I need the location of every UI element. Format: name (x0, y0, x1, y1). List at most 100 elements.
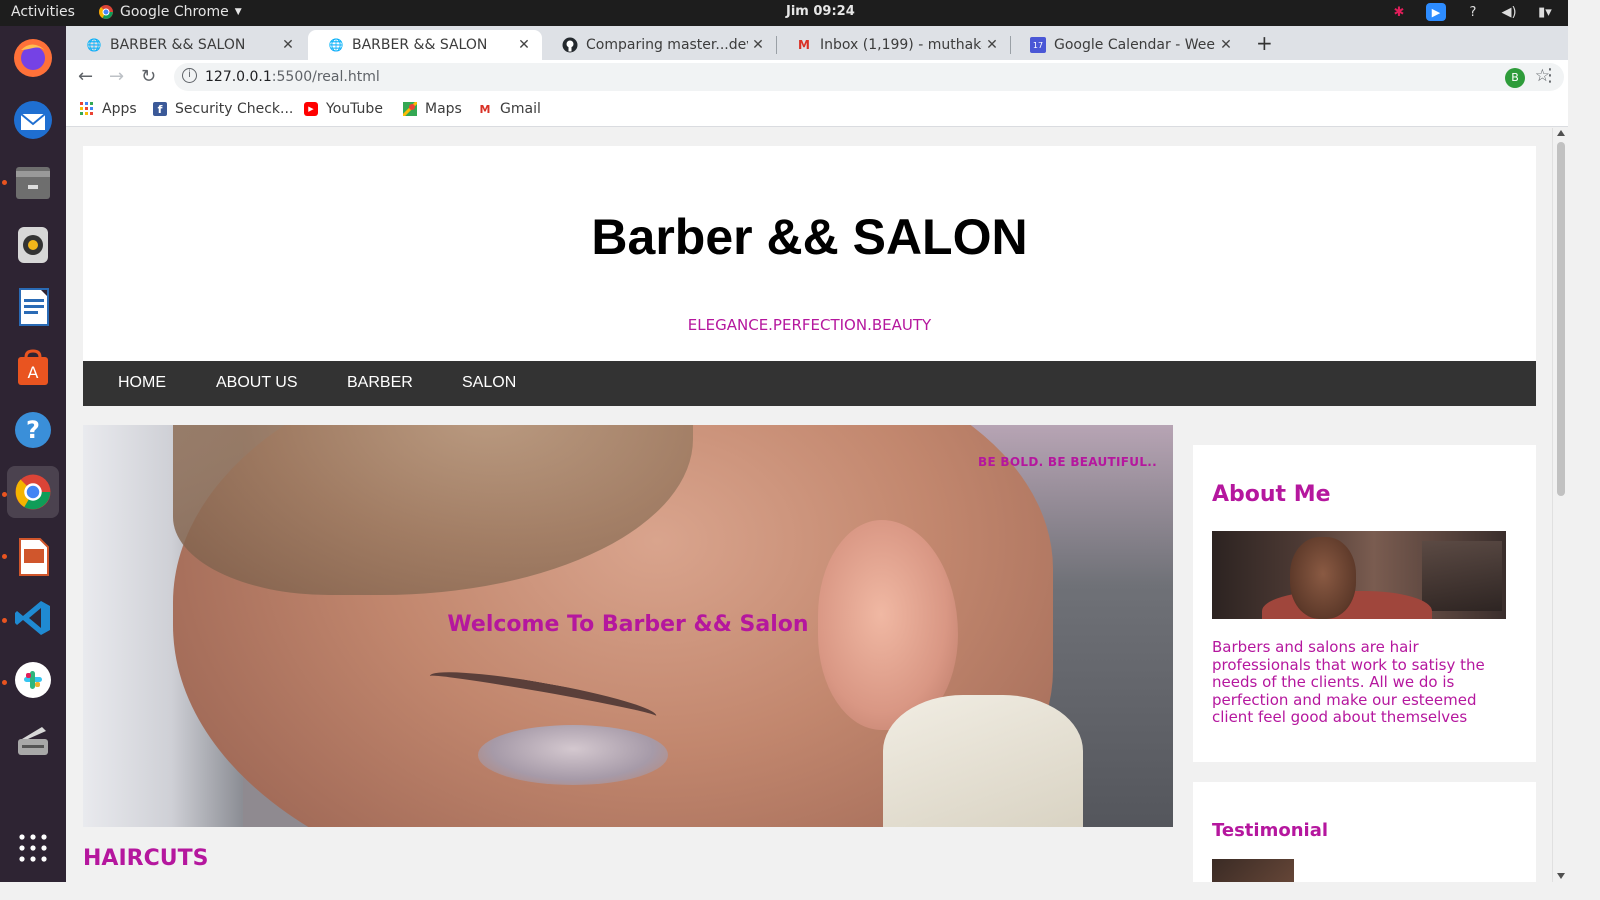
gmail-icon: M (798, 38, 810, 52)
system-top-bar: Activities Google Chrome ▼ Jim 09:24 ✱ ▶… (0, 0, 1568, 26)
testimonial-photo (1212, 859, 1294, 882)
tab-barber-salon-1[interactable]: 🌐 BARBER && SALON ✕ (66, 30, 306, 60)
close-tab-icon[interactable]: ✕ (514, 37, 534, 53)
site-info-icon[interactable]: i (182, 68, 197, 83)
site-tagline: ELEGANCE.PERFECTION.BEAUTY (687, 316, 932, 334)
chrome-dock-icon[interactable] (7, 466, 59, 518)
chrome-icon (99, 5, 113, 19)
app-menu[interactable]: Google Chrome ▼ (98, 4, 242, 20)
address-bar[interactable]: i 127.0.0.1:5500/real.html ☆ (174, 63, 1564, 91)
firefox-icon[interactable] (7, 32, 59, 84)
vscode-icon[interactable] (7, 592, 59, 644)
site-title: Barber && SALON (591, 209, 1028, 265)
nav-salon[interactable]: SALON (462, 374, 516, 392)
globe-icon: 🌐 (328, 38, 344, 52)
zoom-tray-icon[interactable]: ▶ (1426, 3, 1446, 21)
url-text[interactable]: 127.0.0.1:5500/real.html (205, 69, 380, 85)
site-header: Barber && SALON ELEGANCE.PERFECTION.BEAU… (83, 146, 1536, 361)
bookmark-youtube[interactable]: ▶ YouTube (304, 101, 383, 117)
tab-title: Inbox (1,199) - muthakab (820, 37, 982, 53)
hero-slogan: BE BOLD. BE BEAUTIFUL.. (978, 455, 1157, 469)
reload-icon[interactable]: ↻ (141, 66, 156, 87)
bookmark-label: Apps (102, 101, 137, 117)
testimonial-heading: Testimonial (1212, 820, 1329, 841)
tab-title: BARBER && SALON (352, 37, 488, 53)
scrollbar-thumb[interactable] (1557, 142, 1565, 496)
help-app-icon[interactable]: ? (7, 404, 59, 456)
forward-icon[interactable]: → (109, 66, 124, 87)
page-scrollbar[interactable] (1552, 128, 1568, 882)
apps-grid-icon (80, 102, 94, 116)
files-icon[interactable] (7, 156, 59, 208)
calendar-icon: 17 (1030, 37, 1046, 53)
testimonial-card: Testimonial (1193, 782, 1536, 882)
bookmark-label: Maps (425, 101, 462, 117)
ubuntu-software-icon[interactable]: A (7, 342, 59, 394)
maps-icon (403, 102, 417, 116)
bookmark-label: YouTube (326, 101, 383, 117)
svg-text:A: A (28, 363, 39, 382)
youtube-icon: ▶ (304, 102, 318, 116)
tab-title: BARBER && SALON (110, 37, 246, 53)
gmail-icon: M (479, 102, 491, 116)
page-viewport: Barber && SALON ELEGANCE.PERFECTION.BEAU… (66, 128, 1552, 882)
hero-banner: Welcome To Barber && Salon BE BOLD. BE B… (83, 425, 1173, 827)
about-card: About Me Barbers and salons are hair pro… (1193, 445, 1536, 762)
more-menu-icon[interactable]: ⋮ (1541, 65, 1559, 86)
system-tray: ✱ ▶ ? ◀) ▮▾ (1390, 3, 1554, 21)
close-tab-icon[interactable]: ✕ (748, 37, 768, 53)
activities-button[interactable]: Activities (11, 4, 75, 20)
tab-title: Comparing master...devel (586, 37, 748, 53)
close-tab-icon[interactable]: ✕ (982, 37, 1002, 53)
bookmark-label: Gmail (500, 101, 541, 117)
hero-welcome-text: Welcome To Barber && Salon (447, 612, 809, 637)
haircuts-heading: HAIRCUTS (83, 846, 209, 871)
rhythmbox-icon[interactable] (7, 218, 59, 270)
slack-icon[interactable] (7, 654, 59, 706)
tab-barber-salon-2[interactable]: 🌐 BARBER && SALON ✕ (308, 30, 542, 60)
main-nav: HOME ABOUT US BARBER SALON (83, 361, 1536, 406)
svg-text:?: ? (26, 416, 40, 444)
github-icon (562, 37, 578, 53)
scroll-down-arrow[interactable] (1557, 873, 1565, 879)
show-applications-icon[interactable] (7, 822, 59, 874)
profile-avatar[interactable]: B (1505, 68, 1525, 88)
new-tab-button[interactable]: + (1256, 31, 1273, 55)
volume-icon[interactable]: ◀) (1500, 3, 1518, 21)
bookmark-label: Security Check... (175, 101, 294, 117)
bookmark-maps[interactable]: Maps (403, 101, 462, 117)
bookmark-gmail[interactable]: M Gmail (478, 101, 541, 117)
battery-icon[interactable]: ▮▾ (1536, 3, 1554, 21)
clock[interactable]: Jim 09:24 (786, 4, 855, 19)
thunderbird-icon[interactable] (7, 94, 59, 146)
about-heading: About Me (1212, 482, 1331, 507)
dock: A ? (0, 26, 66, 882)
close-tab-icon[interactable]: ✕ (1216, 37, 1236, 53)
bookmark-apps[interactable]: Apps (80, 101, 137, 117)
slack-tray-icon[interactable]: ✱ (1390, 3, 1408, 21)
bookmarks-bar: Apps f Security Check... ▶ YouTube Maps … (66, 94, 1568, 127)
about-text: Barbers and salons are hair professional… (1212, 638, 1485, 727)
tab-google-calendar[interactable]: 17 Google Calendar - Week o ✕ (1010, 30, 1244, 60)
scroll-up-arrow[interactable] (1557, 130, 1565, 136)
libreoffice-impress-icon[interactable] (7, 530, 59, 582)
tab-strip: 🌐 BARBER && SALON ✕ 🌐 BARBER && SALON ✕ … (66, 26, 1568, 60)
about-photo (1212, 531, 1506, 619)
facebook-icon: f (153, 102, 167, 116)
tab-title: Google Calendar - Week o (1054, 37, 1216, 53)
app-name: Google Chrome (120, 4, 229, 20)
libreoffice-writer-icon[interactable] (7, 280, 59, 332)
tab-github-compare[interactable]: Comparing master...devel ✕ (542, 30, 776, 60)
bookmark-security-check[interactable]: f Security Check... (153, 101, 293, 117)
back-icon[interactable]: ← (78, 66, 93, 87)
globe-icon: 🌐 (86, 38, 102, 52)
tab-gmail-inbox[interactable]: M Inbox (1,199) - muthakab ✕ (776, 30, 1010, 60)
chevron-down-icon: ▼ (234, 7, 242, 17)
nav-home[interactable]: HOME (118, 374, 166, 392)
help-icon[interactable]: ? (1464, 3, 1482, 21)
close-tab-icon[interactable]: ✕ (278, 37, 298, 53)
browser-toolbar: ← → ↻ i 127.0.0.1:5500/real.html ☆ B ⋮ (66, 60, 1568, 94)
nav-barber[interactable]: BARBER (347, 374, 413, 392)
scanner-icon[interactable] (7, 716, 59, 768)
nav-about-us[interactable]: ABOUT US (216, 374, 298, 392)
